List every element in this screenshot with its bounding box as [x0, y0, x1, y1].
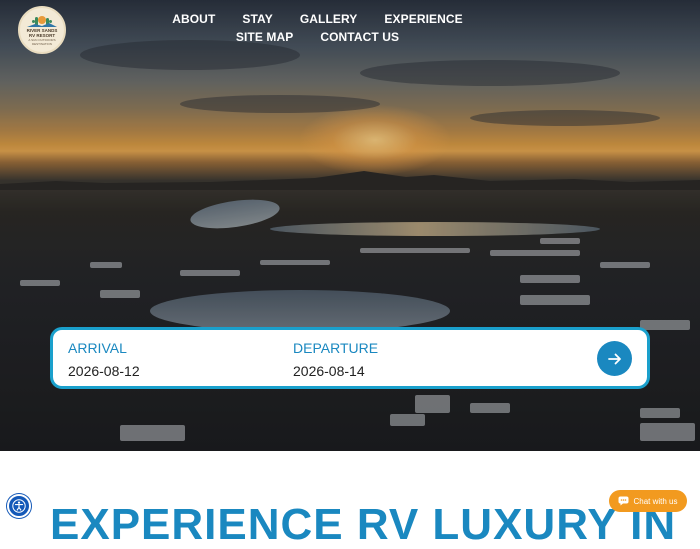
search-availability-button[interactable]	[597, 341, 632, 376]
nav-experience[interactable]: EXPERIENCE	[384, 12, 462, 26]
nav-gallery[interactable]: GALLERY	[300, 12, 358, 26]
chat-label: Chat with us	[633, 496, 678, 506]
chat-bubble-icon	[618, 496, 629, 506]
arrival-date[interactable]: 2026-08-12	[68, 363, 140, 379]
main-nav: ABOUT STAY GALLERY EXPERIENCE SITE MAP C…	[130, 12, 505, 44]
nav-about[interactable]: ABOUT	[172, 12, 215, 26]
chat-button[interactable]: Chat with us	[609, 490, 687, 512]
departure-label: DEPARTURE	[293, 340, 379, 356]
nav-stay[interactable]: STAY	[242, 12, 272, 26]
departure-date[interactable]: 2026-08-14	[293, 363, 378, 379]
arrow-right-icon	[607, 353, 621, 364]
resort-logo[interactable]: RIVER SANDS RV RESORT A SUN OUTDOORS DES…	[18, 6, 66, 54]
arrival-label: ARRIVAL	[68, 340, 127, 356]
booking-widget: ARRIVAL 2026-08-12 DEPARTURE 2026-08-14	[50, 327, 650, 389]
nav-contact-us[interactable]: CONTACT US	[320, 30, 399, 44]
accessibility-icon	[12, 499, 26, 513]
accessibility-button[interactable]	[7, 494, 31, 518]
arrival-field[interactable]: ARRIVAL 2026-08-12	[68, 340, 140, 379]
page-headline: EXPERIENCE RV LUXURY IN	[50, 500, 677, 549]
logo-tagline: A SUN OUTDOORS DESTINATION	[28, 37, 56, 46]
departure-field[interactable]: DEPARTURE 2026-08-14	[293, 340, 378, 379]
cactus-logo-icon	[27, 15, 57, 27]
nav-site-map[interactable]: SITE MAP	[236, 30, 293, 44]
